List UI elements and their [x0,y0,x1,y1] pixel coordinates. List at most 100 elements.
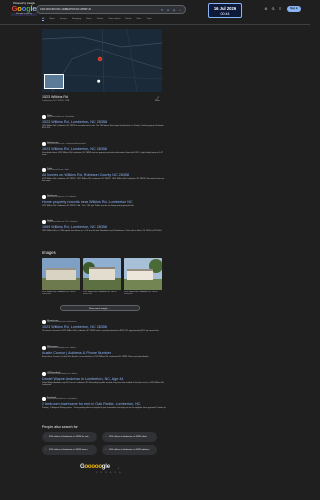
search-result: Realtor.com https://www.realtor.com › rea… [42,142,167,157]
search-icon: ⌕ [45,434,47,439]
search-result: Movoto.com https://www.movoto.com › lumbe… [42,320,167,332]
chevron-right-icon[interactable]: › [118,466,119,470]
result-title-link[interactable]: 1523 Wilkins Rd, Lumberton, NC 28358 [42,325,167,329]
site-favicon-icon [42,372,46,376]
result-source-text: Trulia https://www.trulia.com › home [47,168,69,172]
show-more-images-label: Show more images [89,308,108,310]
microphone-icon[interactable]: ● [166,8,170,12]
page-numbers[interactable]: 1 2 3 4 5 6 [96,472,122,474]
image-thumbnail[interactable] [42,258,80,290]
result-url[interactable]: https://www.usphonebook.com › address [47,373,77,376]
search-result: Realty.com https://www.realty.com › nc › … [42,195,167,207]
tab-all[interactable]: All [42,18,45,21]
result-snippet: 1569 Wilkins Rd is a 1,800 square foot h… [42,229,162,232]
site-favicon-icon [42,220,46,224]
result-title-link[interactable]: Austin Connor | Address & Phone Number [42,351,167,355]
related-search-label: 1523 wilkins rd lumberton nc 28358 for s… [48,435,89,438]
result-url[interactable]: https://www.trulia.com › home [47,169,69,172]
result-source: Zillow https://www.zillow.com › homedetai… [42,115,167,119]
image-card[interactable]: 1523 Wilkins Rd, Lumberton, NC 28358 Hom… [83,258,121,295]
image-thumbnail[interactable] [83,258,121,290]
tab-shopping[interactable]: Shopping [72,18,81,21]
tab-news[interactable]: News [86,18,91,21]
image-source: Realtor.com [42,293,52,295]
result-source: Realty.com https://www.realty.com › nc › … [42,195,167,199]
tab-more[interactable]: More [137,18,142,21]
result-url[interactable]: https://www.redfin.com › NC › Lumberton [47,221,77,224]
result-title-link[interactable]: All homes on Wilkins Rd, Robeson County … [42,173,167,177]
site-favicon-icon [42,142,46,146]
people-also-search-heading: People also search for [42,425,78,429]
share-button[interactable]: ⤴ Share [155,96,160,102]
result-source: Facebook https://www.facebook.com › marke… [42,397,167,401]
result-source-text: Zillow https://www.zillow.com › homedetai… [47,115,74,119]
apps-grid-icon[interactable]: ⠿ [278,7,282,11]
search-box[interactable]: 1523 WILKINS RD LUMBERTON NC 28358 US ✕ … [36,5,186,14]
result-title-link[interactable]: 1569 Wilkins Rd, Lumberton, NC 28358 [42,225,167,229]
tab-short-videos[interactable]: Short videos [108,18,120,21]
result-snippet: 1523 Wilkins Rd, Lumberton, NC 28358 is … [42,124,164,130]
image-card[interactable]: 1523 Wilkins Rd, Lumberton, NC 28358 Rea… [42,258,80,295]
search-result: Facebook https://www.facebook.com › marke… [42,397,167,409]
result-source-text: Realty.com https://www.realty.com › nc › … [47,195,76,199]
related-search-label: 1523 wilkins rd lumberton nc 28358 owner [48,448,88,451]
settings-gear-icon[interactable]: ⚙ [264,7,268,11]
result-title-link[interactable]: Home property records near Wilkins Rd, L… [42,200,167,204]
search-icon: ⌕ [105,434,107,439]
related-search-chip[interactable]: ⌕ 1523 wilkins rd lumberton nc 28358 addr… [102,445,157,455]
related-search-chip[interactable]: ⌕ 1523 wilkins rd lumberton nc 28358 zill… [102,432,157,442]
place-subtitle: Lumberton, NC 28358, USA [42,100,70,102]
site-favicon-icon [42,397,46,401]
result-source-text: Movoto.com https://www.movoto.com › lumbe… [47,320,77,324]
result-title-link[interactable]: Daniel Wayne Andrews in Lumberton, NC, A… [42,377,167,381]
result-source-text: Facebook https://www.facebook.com › marke… [47,397,77,401]
show-more-images-button[interactable]: Show more images→ [60,305,140,311]
result-title-link[interactable]: 1523 Wilkins Rd, Lumberton, NC 28358 [42,120,167,124]
close-icon[interactable]: ✕ [160,8,164,12]
share-label: Share [155,100,160,102]
result-source: Movoto.com https://www.movoto.com › lumbe… [42,320,167,324]
tab-maps[interactable]: Maps [49,18,54,21]
tab-books[interactable]: Books [126,18,132,21]
image-source: Realty.com [124,293,133,295]
result-title-link[interactable]: 1523 Wilkins Rd, Lumberton, NC 28358 [42,147,167,151]
result-url[interactable]: https://www.zillow.com › homedetails [47,116,74,119]
result-url[interactable]: https://www.realtor.com › realestateandh… [47,143,86,146]
street-view-icon[interactable]: ⬤ [97,79,100,83]
image-strip: 1523 Wilkins Rd, Lumberton, NC 28358 Rea… [42,258,162,295]
place-title: 1523 Wilkins Rd [42,95,68,99]
tab-videos[interactable]: Videos [97,18,104,21]
result-snippet: View details about 1523 Wilkins Rd, Lumb… [42,151,163,157]
result-url[interactable]: https://www.facebook.com › marketplace [47,398,77,401]
result-snippet: 1523 Wilkins Rd, Lumberton, NC 28358 · 1… [42,177,165,183]
result-source-text: USPhonebook https://www.usphonebook.com ›… [47,372,77,376]
tab-images[interactable]: Images [60,18,67,21]
result-source-text: Realtor.com https://www.realtor.com › rea… [47,142,86,146]
labs-flask-icon[interactable]: ⚗ [271,7,275,11]
image-source: Homes.com [83,293,93,295]
result-url[interactable]: https://www.movoto.com › lumberton-nc [47,321,77,324]
site-favicon-icon [42,168,46,172]
image-thumbnail[interactable] [124,258,162,290]
result-source: Trulia https://www.trulia.com › home [42,168,167,172]
search-result: USPhonebook https://www.usphonebook.com ›… [42,372,167,387]
result-url[interactable]: https://www.realty.com › nc › lumberton [47,196,76,199]
result-url[interactable]: https://www.whitepages.com › address [47,347,76,350]
result-source-text: Redfin https://www.redfin.com › NC › Lumb… [47,220,77,224]
sign-in-button[interactable]: Sign in [287,6,301,12]
date-time-badge: 16 Jul 2026 00:44 [208,3,242,18]
image-card[interactable]: 1523 Wilkins Rd, Lumberton, NC 28358 Rea… [124,258,162,295]
google-logo[interactable]: Powered by Google Google Brought to you … [11,3,37,16]
camera-icon[interactable]: ◎ [172,8,176,12]
related-search-chip[interactable]: ⌕ 1523 wilkins rd lumberton nc 28358 for … [42,432,97,442]
related-search-label: 1523 wilkins rd lumberton nc 28358 zillo… [108,435,147,438]
search-icon[interactable]: ⌕ [178,8,182,12]
logo-wordmark: Google [11,5,37,13]
time-text: 00:44 [220,11,230,16]
result-title-link[interactable]: 2 bedroom townhome for rent in Oak Parkl… [42,402,167,406]
logo-part: gle [101,464,110,470]
search-input[interactable]: 1523 WILKINS RD LUMBERTON NC 28358 US [40,8,158,11]
tab-tools[interactable]: Tools [147,18,152,21]
street-view-thumbnail[interactable] [44,74,64,89]
related-search-chip[interactable]: ⌕ 1523 wilkins rd lumberton nc 28358 owne… [42,445,97,455]
